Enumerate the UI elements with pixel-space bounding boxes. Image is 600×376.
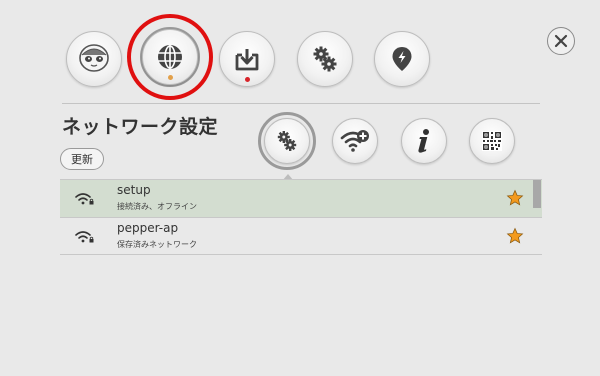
qr-code-icon: [482, 131, 502, 151]
network-status: 保存済みネットワーク: [117, 240, 197, 249]
active-indicator-dot: [168, 75, 173, 80]
wifi-lock-icon: [75, 229, 95, 248]
gears-icon: [277, 131, 297, 151]
info-icon: [418, 129, 429, 153]
header-divider: [62, 103, 540, 104]
network-row-setup[interactable]: setup 接続済み、オフライン: [60, 180, 542, 218]
wifi-lock-icon: [75, 191, 95, 210]
robot-face-icon: [79, 44, 109, 72]
download-status-dot: [245, 77, 250, 82]
close-icon: [554, 34, 568, 48]
update-button[interactable]: 更新: [60, 148, 104, 170]
wifi-add-icon: [340, 130, 369, 152]
network-settings-button[interactable]: [264, 118, 310, 164]
list-scrollbar[interactable]: [533, 180, 541, 208]
network-row-pepper-ap[interactable]: pepper-ap 保存済みネットワーク: [60, 218, 542, 255]
top-nav-robot-button[interactable]: [66, 31, 122, 87]
close-button[interactable]: [547, 27, 575, 55]
top-nav-settings-button[interactable]: [297, 31, 353, 87]
globe-icon: [158, 45, 182, 69]
network-status: 接続済み、オフライン: [117, 202, 197, 211]
network-name: setup: [117, 183, 151, 197]
top-nav-network-button[interactable]: [142, 29, 198, 85]
info-button[interactable]: [401, 118, 447, 164]
favorite-star-icon[interactable]: [506, 189, 524, 211]
page-title: ネットワーク設定: [62, 116, 219, 138]
network-name: pepper-ap: [117, 221, 179, 235]
map-pin-bolt-icon: [392, 47, 412, 71]
download-icon: [235, 49, 259, 71]
qr-code-button[interactable]: [469, 118, 515, 164]
gears-icon: [313, 46, 337, 72]
top-nav-location-button[interactable]: [374, 31, 430, 87]
add-wifi-button[interactable]: [332, 118, 378, 164]
favorite-star-icon[interactable]: [506, 227, 524, 249]
top-nav-download-button[interactable]: [219, 31, 275, 87]
network-list: setup 接続済み、オフライン pepper-ap 保存済みネットワーク: [60, 180, 542, 255]
